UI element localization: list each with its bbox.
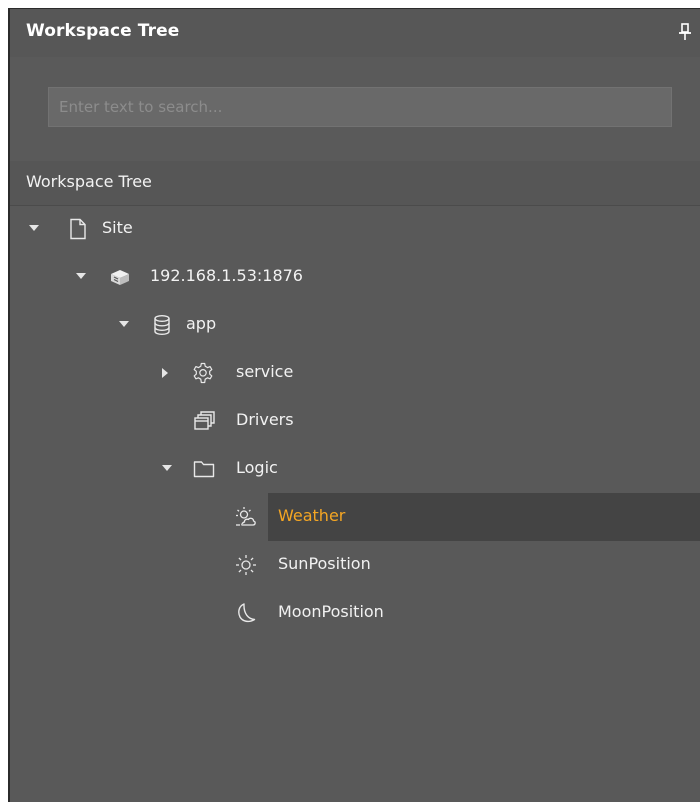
tree-node-site[interactable]: Site [10,205,700,253]
folder-icon [193,461,215,478]
server-icon [111,270,129,285]
expand-caret[interactable] [162,465,172,471]
tree-node-logic[interactable]: Logic [10,445,700,493]
expand-caret[interactable] [119,321,129,327]
windows-stack-icon [194,411,215,430]
weather-icon [236,507,256,526]
search-input[interactable] [48,87,672,127]
search-area [10,57,700,162]
tree-node-label: SunPosition [278,554,371,573]
pin-icon[interactable] [678,23,692,41]
tree-section-header: Workspace Tree [10,161,700,206]
database-icon [154,315,170,336]
expand-caret[interactable] [76,273,86,279]
tree-node-server[interactable]: 192.168.1.53:1876 [10,253,700,301]
tree-node-app[interactable]: app [10,301,700,349]
panel-titlebar: Workspace Tree [10,9,700,58]
tree-node-label: MoonPosition [278,602,384,621]
sun-icon [236,555,256,575]
moon-icon [238,603,256,623]
tree-node-label: Drivers [236,410,294,429]
tree-node-sunposition[interactable]: SunPosition [10,541,700,589]
expand-caret[interactable] [29,225,39,231]
tree-node-drivers[interactable]: Drivers [10,397,700,445]
expand-caret[interactable] [162,368,168,378]
file-icon [70,218,86,240]
gear-icon [193,362,213,384]
tree-node-label: Site [102,218,133,237]
tree-node-weather[interactable]: Weather [10,493,700,541]
tree-section-title: Workspace Tree [26,172,152,191]
panel-title: Workspace Tree [26,21,180,41]
tree-node-moonposition[interactable]: MoonPosition [10,589,700,637]
tree-node-service[interactable]: service [10,349,700,397]
tree-node-label: Weather [278,506,346,525]
tree-node-label: service [236,362,294,381]
workspace-tree-panel: Workspace Tree Workspace Tree Site [8,8,700,802]
tree-node-label: app [186,314,217,333]
tree-node-label: Logic [236,458,278,477]
tree-node-label: 192.168.1.53:1876 [150,266,303,285]
